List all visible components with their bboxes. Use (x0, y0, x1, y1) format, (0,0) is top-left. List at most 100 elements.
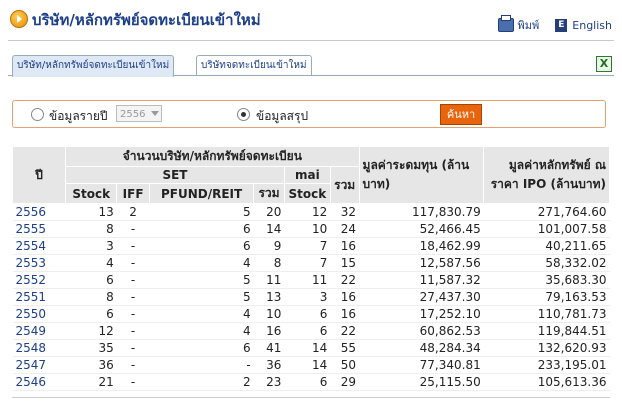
year-link[interactable]: 2555 (12, 220, 66, 238)
year-link[interactable]: 2553 (12, 254, 66, 272)
header-year: ปี (11, 146, 67, 204)
table-row: 2555 8 - 6 14 10 24 52,466.45 101,007.58 (12, 220, 610, 238)
cell-total: 16 (330, 237, 360, 255)
header-ipo-value: มูลค่าหลักทรัพย์ ณ ราคา IPO (ล้านบาท) (483, 146, 610, 204)
cell-mai-stock: 14 (284, 356, 331, 374)
cell-set-stock: 21 (65, 373, 117, 391)
cell-set-total: 11 (253, 271, 285, 289)
year-link[interactable]: 2548 (12, 339, 66, 357)
year-link[interactable]: 2550 (12, 305, 66, 323)
cell-iff: - (116, 254, 150, 272)
header-set-iff: IFF (116, 183, 150, 204)
excel-export-icon[interactable]: X (596, 56, 612, 72)
cell-raise-value: 11,587.32 (359, 271, 484, 289)
cell-total: 16 (330, 305, 360, 323)
year-select-value: 2556 (120, 109, 146, 120)
table-row: 2554 3 - 6 9 7 16 18,462.99 40,211.65 (12, 237, 610, 255)
cell-set-stock: 8 (65, 288, 117, 306)
table-bottom-rule (12, 397, 610, 398)
summary-radio[interactable] (237, 108, 250, 121)
year-link[interactable]: 2556 (12, 203, 66, 221)
cell-raise-value: 27,437.30 (359, 288, 484, 306)
cell-mai-stock: 6 (284, 322, 331, 340)
print-link[interactable]: พิมพ์ (518, 16, 540, 34)
yearly-label: ข้อมูลรายปี (49, 109, 108, 123)
header-mai: mai (283, 166, 331, 184)
header-total: รวม (329, 166, 360, 204)
cell-set-stock: 36 (65, 356, 117, 374)
year-select[interactable]: 2556 (116, 105, 162, 122)
tab-new-companies-securities[interactable]: บริษัท/หลักทรัพย์จดทะเบียนเข้าใหม่ (12, 55, 175, 77)
cell-mai-stock: 12 (284, 203, 331, 221)
cell-ipo-value: 105,613.36 (483, 373, 610, 391)
cell-set-stock: 35 (65, 339, 117, 357)
english-e-icon[interactable]: E (555, 18, 568, 32)
year-link[interactable]: 2554 (12, 237, 66, 255)
table-row: 2548 35 - 6 41 14 55 48,284.34 132,620.9… (12, 339, 610, 357)
table-row: 2546 21 - 2 23 6 29 25,115.50 105,613.36 (12, 373, 610, 391)
year-link[interactable]: 2551 (12, 288, 66, 306)
header-tools: พิมพ์ E English (497, 15, 612, 34)
cell-ipo-value: 101,007.58 (483, 220, 610, 238)
table-row: 2547 36 - - 36 14 50 77,340.81 233,195.0… (12, 356, 610, 374)
cell-pfund: - (149, 356, 254, 374)
cell-set-total: 8 (253, 254, 285, 272)
cell-pfund: 5 (149, 203, 254, 221)
cell-raise-value: 52,466.45 (359, 220, 484, 238)
printer-icon[interactable] (497, 15, 514, 32)
cell-pfund: 6 (149, 220, 254, 238)
cell-mai-stock: 6 (284, 373, 331, 391)
cell-pfund: 6 (149, 237, 254, 255)
year-link[interactable]: 2552 (12, 271, 66, 289)
arrow-bullet-icon (10, 10, 28, 28)
cell-set-total: 36 (253, 356, 285, 374)
cell-ipo-value: 110,781.73 (483, 305, 610, 323)
table-row: 2556 13 2 5 20 12 32 117,830.79 271,764.… (12, 203, 610, 221)
table-row: 2552 6 - 5 11 11 22 11,587.32 35,683.30 (12, 271, 610, 289)
cell-set-stock: 3 (65, 237, 117, 255)
cell-iff: - (116, 271, 150, 289)
cell-ipo-value: 40,211.65 (483, 237, 610, 255)
search-button[interactable]: ค้นหา (440, 104, 482, 125)
cell-total: 16 (330, 288, 360, 306)
cell-iff: - (116, 373, 150, 391)
cell-ipo-value: 271,764.60 (483, 203, 610, 221)
cell-mai-stock: 6 (284, 305, 331, 323)
english-link[interactable]: English (572, 19, 612, 32)
cell-raise-value: 18,462.99 (359, 237, 484, 255)
year-link[interactable]: 2547 (12, 356, 66, 374)
cell-iff: - (116, 356, 150, 374)
cell-ipo-value: 119,844.51 (483, 322, 610, 340)
year-link[interactable]: 2546 (12, 373, 66, 391)
summary-label: ข้อมูลสรุป (256, 109, 309, 123)
cell-mai-stock: 3 (284, 288, 331, 306)
cell-pfund: 4 (149, 254, 254, 272)
tab-bar: บริษัท/หลักทรัพย์จดทะเบียนเข้าใหม่ บริษั… (8, 55, 614, 77)
header-set: SET (65, 166, 285, 184)
cell-set-total: 23 (253, 373, 285, 391)
header-raise-value: มูลค่าระดมทุน (ล้านบาท) (358, 146, 485, 204)
table-row: 2551 8 - 5 13 3 16 27,437.30 79,163.53 (12, 288, 610, 306)
cell-raise-value: 25,115.50 (359, 373, 484, 391)
cell-raise-value: 60,862.53 (359, 322, 484, 340)
yearly-radio[interactable] (31, 108, 44, 121)
header-mai-stock: Stock (283, 183, 331, 204)
page-header: บริษัท/หลักทรัพย์จดทะเบียนเข้าใหม่ พิมพ์… (8, 6, 614, 41)
cell-pfund: 5 (149, 288, 254, 306)
cell-raise-value: 48,284.34 (359, 339, 484, 357)
cell-total: 29 (330, 373, 360, 391)
cell-iff: - (116, 288, 150, 306)
cell-ipo-value: 233,195.01 (483, 356, 610, 374)
cell-set-total: 9 (253, 237, 285, 255)
cell-mai-stock: 7 (284, 254, 331, 272)
cell-total: 22 (330, 271, 360, 289)
tab-new-companies[interactable]: บริษัทจดทะเบียนเข้าใหม่ (196, 55, 312, 75)
cell-ipo-value: 58,332.02 (483, 254, 610, 272)
year-link[interactable]: 2549 (12, 322, 66, 340)
table-row: 2553 4 - 4 8 7 15 12,587.56 58,332.02 (12, 254, 610, 272)
cell-pfund: 5 (149, 271, 254, 289)
cell-raise-value: 12,587.56 (359, 254, 484, 272)
cell-ipo-value: 132,620.93 (483, 339, 610, 357)
cell-total: 32 (330, 203, 360, 221)
cell-raise-value: 117,830.79 (359, 203, 484, 221)
